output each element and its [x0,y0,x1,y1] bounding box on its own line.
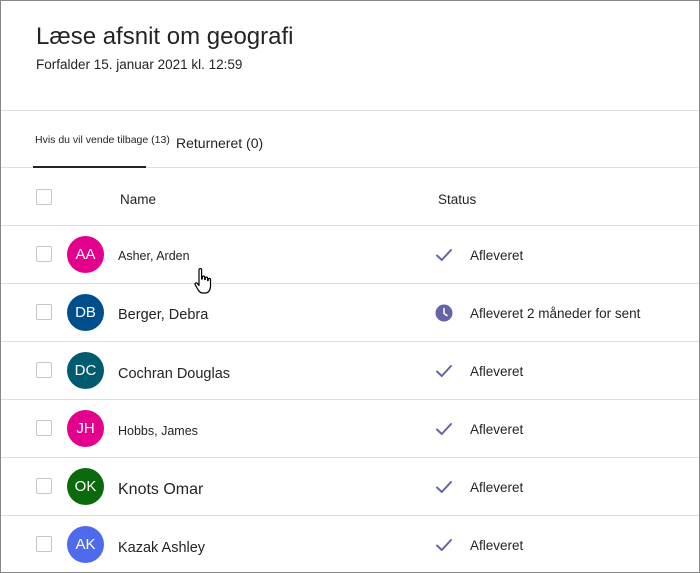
student-name[interactable]: Hobbs, James [118,424,198,438]
check-icon [436,249,452,261]
avatar: DB [67,294,104,331]
status-text: Afleveret [470,422,524,437]
tab-to-return-label: Hvis du vil vende tilbage (13) [35,134,170,146]
check-icon [436,423,452,435]
avatar: OK [67,468,104,505]
student-name[interactable]: Knots Omar [118,481,203,499]
table-row[interactable]: DC Cochran Douglas Afleveret [1,342,699,400]
student-name[interactable]: Asher, Arden [118,249,190,263]
status-text: Afleveret [470,248,524,263]
row-checkbox[interactable] [36,536,52,552]
select-all-checkbox[interactable] [36,189,52,205]
status-text: Afleveret [470,538,524,553]
assignment-header: Læse afsnit om geografi Forfalder 15. ja… [1,1,699,111]
student-name[interactable]: Berger, Debra [118,307,208,323]
table-row[interactable]: AA Asher, Arden Afleveret [1,226,699,284]
tab-to-return[interactable]: Hvis du vil vende tilbage (13) [33,134,170,168]
hand-cursor-icon [194,268,212,294]
avatar: AK [67,526,104,563]
status-text: Afleveret [470,364,524,379]
avatar: JH [67,410,104,447]
due-date: Forfalder 15. januar 2021 kl. 12:59 [36,57,243,72]
app-window: Læse afsnit om geografi Forfalder 15. ja… [0,0,700,573]
check-icon [436,539,452,551]
table-row[interactable]: OK Knots Omar Afleveret [1,458,699,516]
row-checkbox[interactable] [36,304,52,320]
clock-icon [435,304,453,322]
tab-returned[interactable]: Returneret (0) [176,135,263,151]
row-checkbox[interactable] [36,478,52,494]
row-checkbox[interactable] [36,420,52,436]
column-header-name[interactable]: Name [120,192,156,207]
row-checkbox[interactable] [36,362,52,378]
student-name[interactable]: Kazak Ashley [118,540,205,556]
student-name[interactable]: Cochran Douglas [118,366,230,382]
row-checkbox[interactable] [36,246,52,262]
table-header: Name Status [1,168,699,226]
check-icon [436,481,452,493]
tab-bar: Hvis du vil vende tilbage (13) Returnere… [1,111,699,168]
status-text: Afleveret [470,480,524,495]
avatar: DC [67,352,104,389]
column-header-status[interactable]: Status [438,192,476,207]
table-row[interactable]: AK Kazak Ashley Afleveret [1,516,699,572]
avatar: AA [67,236,104,273]
status-text: Afleveret 2 måneder for sent [470,306,641,321]
assignment-title: Læse afsnit om geografi [36,23,294,50]
check-icon [436,365,452,377]
table-row[interactable]: JH Hobbs, James Afleveret [1,400,699,458]
table-row[interactable]: DB Berger, Debra Afleveret 2 måneder for… [1,284,699,342]
